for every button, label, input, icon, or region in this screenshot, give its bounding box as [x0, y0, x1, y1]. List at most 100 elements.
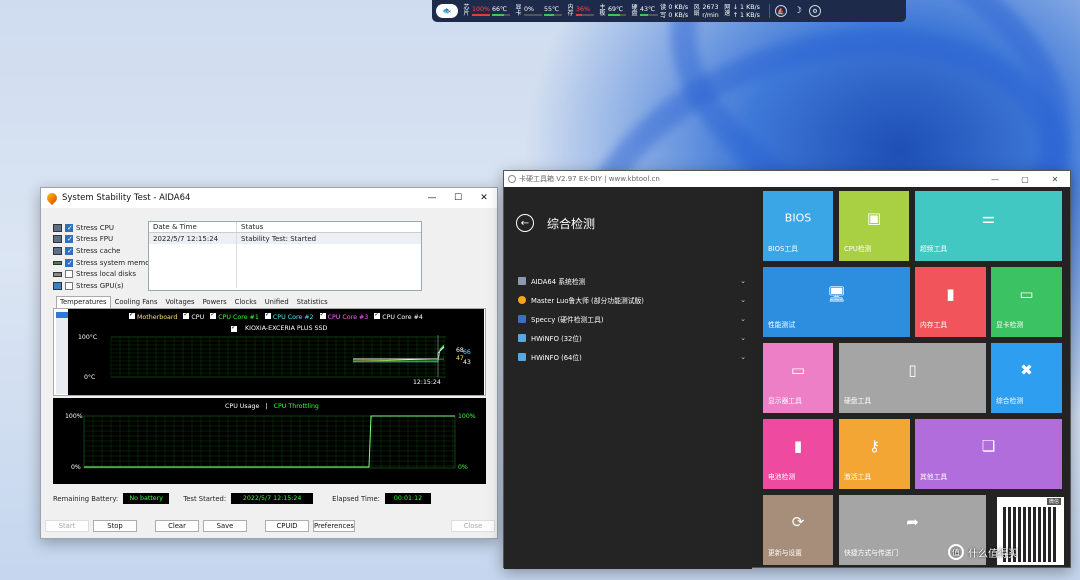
list-item-hwinfo64[interactable]: HWiNFO (64位) ⌄	[518, 352, 748, 362]
tile-overclock[interactable]: ⚌ 超频工具	[915, 191, 1062, 261]
temperature-graph: Motherboard CPU CPU Core #1 CPU Core #2 …	[68, 309, 484, 395]
tab-clocks[interactable]: Clocks	[231, 296, 261, 308]
stress-cpu-checkbox[interactable]	[65, 223, 73, 232]
tile-other[interactable]: ❏ 其他工具	[915, 419, 1062, 489]
maximize-button[interactable]: ☐	[445, 193, 471, 203]
kbtool-window: 卡硬工具箱 V2.97 EX-DIY | www.kbtool.cn — ▢ ✕…	[503, 170, 1071, 569]
minimize-button[interactable]: —	[419, 193, 445, 203]
cpu-usage-bar	[472, 14, 490, 16]
tile-memory[interactable]: ▮ 内存工具	[915, 267, 986, 337]
tile-diagnostics[interactable]: ✖ 综合检测	[991, 343, 1062, 413]
kb-close-button[interactable]: ✕	[1040, 175, 1070, 184]
memory-module-icon	[53, 260, 62, 265]
kb-maximize-button[interactable]: ▢	[1010, 175, 1040, 184]
stress-fpu-checkbox[interactable]	[65, 235, 73, 244]
tile-bios[interactable]: BIOS BIOS工具	[763, 191, 833, 261]
chevron-down-icon[interactable]: ⌄	[740, 353, 746, 361]
divider	[768, 4, 770, 18]
graphics-card-icon: ▭	[1019, 284, 1034, 303]
refresh-icon: ⟳	[791, 512, 805, 531]
tab-unified[interactable]: Unified	[261, 296, 293, 308]
stress-gpu-label: Stress GPU(s)	[76, 281, 124, 290]
close-window-button[interactable]: Close	[451, 520, 495, 532]
tile-performance[interactable]: 🖥 性能测试	[763, 267, 910, 337]
elapsed-value: 00:01:12	[384, 493, 431, 504]
fan-rpm: 2673	[702, 3, 719, 11]
usage-right-max: 100%	[458, 413, 476, 420]
settings-icon[interactable]: ⚙	[808, 5, 821, 17]
disk-temp: 43℃	[640, 6, 656, 13]
cpu-monitor: 芯片 100% 66℃	[463, 4, 511, 18]
list-item-speccy[interactable]: Speccy (硬件检测工具) ⌄	[518, 314, 748, 324]
preferences-button[interactable]: Preferences	[313, 520, 355, 532]
kb-title: 卡硬工具箱 V2.97 EX-DIY | www.kbtool.cn	[519, 175, 660, 183]
close-button[interactable]: ✕	[471, 193, 497, 203]
stress-cache-checkbox[interactable]	[65, 246, 73, 255]
back-arrow-icon[interactable]: ←	[516, 214, 534, 232]
disk-read: 读 0 KB/s	[660, 3, 689, 11]
log-col-datetime[interactable]: Date & Time	[149, 222, 237, 232]
watermark-text: 什么值得买	[968, 548, 1018, 560]
net-down: ↓ 1 KB/s	[732, 3, 760, 11]
tile-activation[interactable]: ⚷ 激活工具	[839, 419, 910, 489]
table-row	[149, 244, 421, 255]
chevron-down-icon[interactable]: ⌄	[740, 334, 746, 342]
tile-cpu[interactable]: ▣ CPU检测	[839, 191, 909, 261]
chevron-down-icon[interactable]: ⌄	[740, 277, 746, 285]
list-item-master-luo[interactable]: Master Luo鲁大师 (部分功能测试版) ⌄	[518, 295, 748, 305]
chevron-down-icon[interactable]: ⌄	[740, 315, 746, 323]
stress-cpu-row[interactable]: Stress CPU	[53, 222, 157, 234]
stress-disks-row[interactable]: Stress local disks	[53, 268, 157, 280]
temp-readout-66: 66	[463, 349, 471, 356]
tile-gpu[interactable]: ▭ 显卡检测	[991, 267, 1062, 337]
hard-disk-icon: ▯	[908, 360, 917, 379]
tab-temperatures[interactable]: Temperatures	[56, 296, 111, 308]
chevron-down-icon[interactable]: ⌄	[740, 296, 746, 304]
tile-disk[interactable]: ▯ 硬盘工具	[839, 343, 986, 413]
log-col-status[interactable]: Status	[237, 223, 263, 231]
tile-update[interactable]: ⟳ 更新与设置	[763, 495, 833, 565]
aida-titlebar[interactable]: System Stability Test - AIDA64 — ☐ ✕	[41, 188, 497, 208]
tab-statistics[interactable]: Statistics	[293, 296, 332, 308]
list-item-aida64[interactable]: AIDA64 系统检测 ⌄	[518, 276, 748, 286]
list-item-hwinfo32[interactable]: HWiNFO (32位) ⌄	[518, 333, 748, 343]
fan-monitor: 风扇 2673 r/min	[693, 4, 719, 19]
start-button[interactable]: Start	[45, 520, 89, 532]
stress-disks-label: Stress local disks	[76, 270, 137, 279]
moon-icon[interactable]: ☽	[792, 5, 804, 17]
gpu-usage: 0%	[524, 6, 535, 13]
save-button[interactable]: Save	[203, 520, 247, 532]
stress-gpu-row[interactable]: Stress GPU(s)	[53, 280, 157, 292]
fish-logo-icon[interactable]: 🐟	[436, 4, 458, 18]
tile-display[interactable]: ▭ 显示器工具	[763, 343, 833, 413]
stress-fpu-row[interactable]: Stress FPU	[53, 234, 157, 246]
graph-tabs: Temperatures Cooling Fans Voltages Power…	[56, 296, 332, 308]
stress-memory-checkbox[interactable]	[65, 258, 73, 267]
cpuid-button[interactable]: CPUID	[265, 520, 309, 532]
stress-options: Stress CPU Stress FPU Stress cache Stres…	[53, 222, 157, 292]
ship-icon[interactable]: ⛵	[774, 5, 787, 17]
tile-battery[interactable]: ▮ 电池检测	[763, 419, 833, 489]
stress-gpu-checkbox[interactable]	[65, 281, 73, 290]
kb-titlebar[interactable]: 卡硬工具箱 V2.97 EX-DIY | www.kbtool.cn — ▢ ✕	[504, 171, 1070, 187]
hwinfo-icon	[518, 353, 526, 361]
usage-plot	[83, 415, 456, 469]
tools-icon: ✖	[1020, 360, 1033, 379]
temp-time: 12:15:24	[413, 379, 441, 386]
stress-disks-checkbox[interactable]	[65, 270, 73, 279]
kb-minimize-button[interactable]: —	[980, 175, 1010, 184]
log-time: 2022/5/7 12:15:24	[149, 233, 237, 244]
tab-voltages[interactable]: Voltages	[162, 296, 199, 308]
stress-memory-row[interactable]: Stress system memory	[53, 257, 157, 269]
stop-button[interactable]: Stop	[93, 520, 137, 532]
cpu-icon: ▣	[866, 208, 882, 227]
table-row[interactable]: 2022/5/7 12:15:24 Stability Test: Starte…	[149, 233, 421, 244]
gpu-temp: 55℃	[544, 6, 560, 13]
stress-cache-row[interactable]: Stress cache	[53, 245, 157, 257]
table-row	[149, 277, 421, 288]
tab-powers[interactable]: Powers	[199, 296, 231, 308]
tab-cooling-fans[interactable]: Cooling Fans	[111, 296, 162, 308]
board-label: 主板	[599, 3, 606, 17]
windows-stack-icon: ❏	[981, 436, 996, 455]
clear-button[interactable]: Clear	[155, 520, 199, 532]
